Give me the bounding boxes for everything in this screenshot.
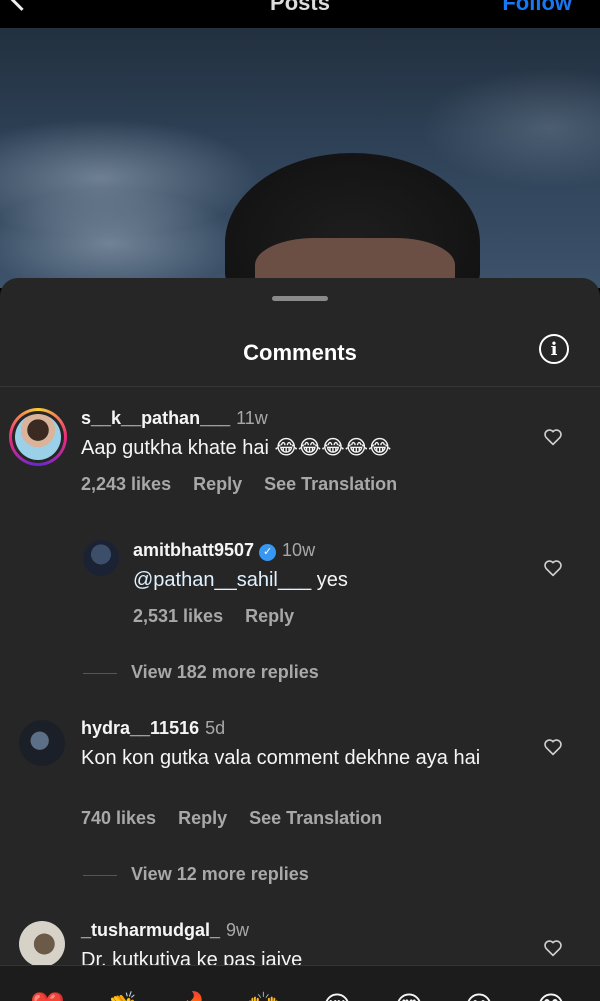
verified-badge-icon: ✓ (259, 544, 277, 561)
likes-count[interactable]: 740 likes (81, 808, 156, 828)
crying-emoji-icon[interactable]: 😢 (320, 990, 354, 1001)
avatar[interactable] (19, 921, 65, 967)
comments-title: Comments (243, 340, 357, 365)
comment-username[interactable]: amitbhatt9507 ✓ 10w (133, 540, 315, 561)
heart-outline-icon[interactable] (543, 428, 563, 446)
comment-meta: 2,243 likes Reply See Translation (81, 474, 419, 495)
clap-emoji-icon[interactable]: 👏 (104, 990, 139, 1001)
top-bar: Posts Follow (0, 0, 600, 28)
heart-outline-icon[interactable] (543, 939, 563, 957)
comment-text: @pathan__sahil___ yes (133, 569, 348, 591)
raised-hands-emoji-icon[interactable]: 🙌 (246, 990, 281, 1001)
laughing-emoji-icon[interactable]: 😂 (534, 990, 568, 1001)
comment-text: Kon kon gutka vala comment dekhne aya ha… (81, 747, 481, 769)
comment-time: 11w (236, 408, 268, 428)
likes-count[interactable]: 2,243 likes (81, 474, 171, 494)
heart-outline-icon[interactable] (543, 738, 563, 756)
heart-eyes-emoji-icon[interactable]: 😍 (392, 990, 426, 1001)
comments-sheet: Comments i s__k__pathan___ 11w Aap gutkha… (0, 278, 600, 1000)
comment-time: 5d (205, 718, 226, 738)
follow-button[interactable]: Follow (502, 0, 572, 16)
heart-emoji-icon[interactable]: ❤️ (30, 990, 65, 1001)
info-icon[interactable]: i (539, 334, 569, 364)
comment-meta: 740 likes Reply See Translation (81, 808, 404, 829)
heart-outline-icon[interactable] (543, 559, 563, 577)
comment-username[interactable]: hydra__11516 5d (81, 718, 225, 739)
comment-text: Aap gutkha khate hai 😂😂😂😂😂 (81, 437, 392, 459)
likes-count[interactable]: 2,531 likes (133, 606, 223, 626)
comment-username[interactable]: _tusharmudgal_ 9w (81, 920, 249, 941)
reply-button[interactable]: Reply (178, 808, 227, 828)
view-more-replies-button[interactable]: View 182 more replies (83, 662, 319, 683)
comment-time: 9w (226, 920, 250, 940)
avatar[interactable] (19, 720, 65, 766)
view-more-replies-button[interactable]: View 12 more replies (83, 864, 309, 885)
divider (0, 386, 600, 387)
comment-time: 10w (282, 540, 316, 560)
surprised-emoji-icon[interactable]: 😮 (462, 990, 496, 1001)
comment-username[interactable]: s__k__pathan___ 11w (81, 408, 268, 429)
mention-link[interactable]: @pathan__sahil___ (133, 569, 311, 591)
see-translation-button[interactable]: See Translation (264, 474, 397, 494)
drag-handle[interactable] (272, 296, 328, 301)
comment-meta: 2,531 likes Reply (133, 606, 316, 627)
post-photo (0, 28, 600, 288)
see-translation-button[interactable]: See Translation (249, 808, 382, 828)
avatar[interactable] (83, 540, 119, 576)
avatar[interactable] (9, 408, 67, 466)
emoji-reaction-bar: ❤️ 👏 🔥 🙌 😢 😍 😮 😂 (0, 965, 600, 1001)
reply-button[interactable]: Reply (193, 474, 242, 494)
fire-emoji-icon[interactable]: 🔥 (178, 990, 213, 1001)
reply-button[interactable]: Reply (245, 606, 294, 626)
